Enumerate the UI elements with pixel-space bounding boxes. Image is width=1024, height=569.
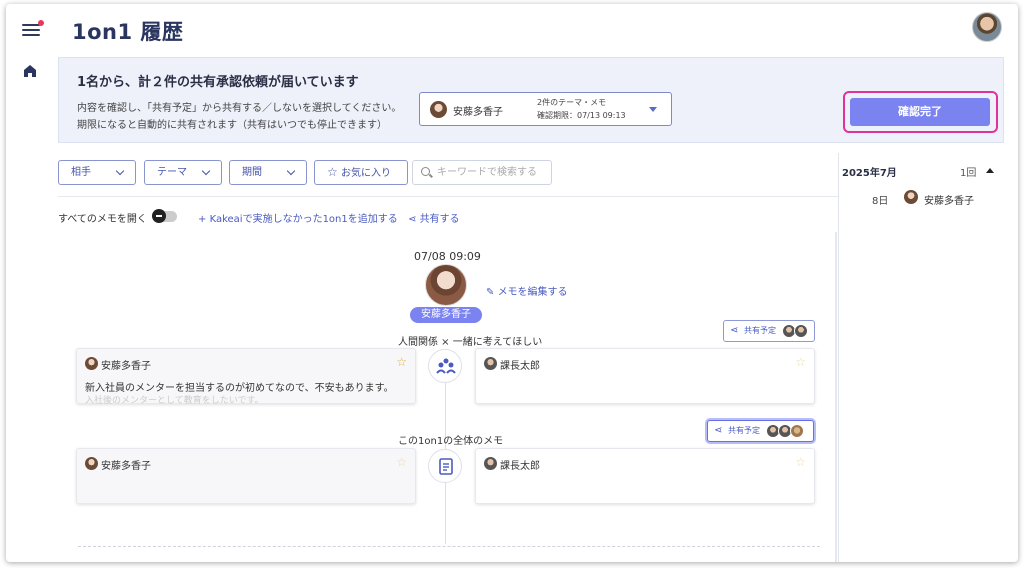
avatar [484, 457, 497, 470]
request-count: 2件のテーマ・メモ [537, 98, 607, 107]
share-link[interactable]: ⋖ 共有する [408, 210, 460, 225]
confirm-complete-button[interactable]: 確認完了 [850, 98, 990, 126]
memo-card-member[interactable]: 安藤多香子 ☆ 新入社員のメンターを担当するのが初めてなので、不安もあります。 … [76, 348, 416, 406]
search-placeholder: キーワードで検索する [437, 167, 537, 178]
caret-down-icon [649, 107, 657, 112]
avatar [85, 457, 98, 470]
share-planned-chip[interactable]: ⋖ 共有予定 [707, 420, 814, 442]
edit-memo-link[interactable]: ✎ メモを編集する [486, 283, 568, 298]
share-planned-label: 共有予定 [728, 426, 760, 435]
period-filter[interactable]: 期間 [229, 160, 307, 185]
share-request-select[interactable]: 安藤多香子 2件のテーマ・メモ 確認期限：07/13 09:13 [419, 92, 672, 126]
open-all-label: すべてのメモを開く [58, 214, 147, 225]
document-icon [428, 449, 462, 483]
card-author: 安藤多香子 [101, 361, 151, 372]
session-divider [78, 546, 820, 547]
card-author: 課長太郎 [500, 461, 540, 472]
avatar [794, 324, 808, 338]
theme-filter[interactable]: テーマ [144, 160, 222, 185]
avatar [790, 424, 804, 438]
star-icon[interactable]: ☆ [396, 355, 407, 369]
session-datetime: 07/08 09:09 [414, 250, 481, 263]
banner-title: 1名から、計２件の共有承認依頼が届いています [77, 75, 359, 90]
memo-card-manager[interactable]: 課長太郎 ☆ [475, 348, 815, 404]
card-author: 安藤多香子 [101, 461, 151, 472]
theme-filter-label: テーマ [157, 167, 187, 178]
divider [58, 196, 838, 197]
session-count: 1回 [960, 168, 977, 179]
avatar [85, 357, 98, 370]
member-avatar [425, 264, 467, 306]
star-icon[interactable]: ☆ [795, 455, 806, 469]
star-icon[interactable]: ☆ [795, 355, 806, 369]
collapse-icon[interactable] [986, 168, 994, 173]
memo-text-fade: 入社後のメンターとして教育をしたいです。 [85, 396, 264, 406]
share-request-banner: 1名から、計２件の共有承認依頼が届いています 内容を確認し、「共有予定」から共有… [58, 57, 1004, 143]
pencil-icon: ✎ [486, 287, 498, 298]
home-icon[interactable] [23, 64, 37, 78]
period-filter-label: 期間 [242, 167, 262, 178]
people-icon [428, 349, 462, 383]
topic-label: この1on1の全体のメモ [398, 436, 504, 447]
request-deadline: 確認期限：07/13 09:13 [537, 111, 626, 120]
page-title: 1on1 履歴 [72, 20, 184, 44]
member-name-pill: 安藤多香子 [410, 307, 482, 323]
favorites-filter[interactable]: ☆ お気に入り [314, 160, 408, 185]
favorites-filter-label: お気に入り [340, 168, 391, 179]
entry-avatar [904, 190, 918, 204]
requester-name: 安藤多香子 [453, 107, 503, 118]
left-rail [6, 4, 56, 562]
month-label: 2025年7月 [842, 168, 897, 179]
open-all-toggle[interactable] [152, 209, 177, 223]
side-divider [838, 153, 839, 562]
chevron-down-icon [201, 166, 211, 176]
share-icon: ⋖ [408, 214, 420, 225]
app-window: 1on1 履歴 1名から、計２件の共有承認依頼が届いています 内容を確認し、「共… [6, 4, 1018, 562]
partner-filter[interactable]: 相手 [58, 160, 136, 185]
share-icon: ⋖ [730, 325, 739, 336]
chevron-down-icon [115, 166, 125, 176]
edit-memo-label: メモを編集する [497, 287, 568, 298]
chevron-down-icon [286, 166, 296, 176]
share-planned-chip[interactable]: ⋖ 共有予定 [723, 320, 815, 342]
scrollbar-track[interactable] [835, 232, 837, 562]
share-planned-label: 共有予定 [744, 326, 776, 335]
banner-desc-line1: 内容を確認し、「共有予定」から共有する／しないを選択してください。 [77, 103, 402, 114]
menu-icon[interactable] [22, 20, 44, 38]
plus-icon: + [198, 214, 210, 225]
memo-text: 新入社員のメンターを担当するのが初めてなので、不安もあります。 [85, 383, 394, 394]
add-external-label: Kakeaiで実施しなかった1on1を追加する [209, 214, 398, 225]
toggle-knob [152, 209, 166, 223]
keyword-search[interactable]: キーワードで検索する [412, 160, 552, 185]
requester-avatar [430, 101, 447, 118]
share-icon: ⋖ [714, 425, 723, 436]
banner-desc-line2: 期限になると自動的に共有されます（共有はいつでも停止できます） [77, 120, 387, 131]
search-icon [421, 167, 430, 176]
memo-card-member[interactable]: 安藤多香子 ☆ [76, 448, 416, 504]
share-label: 共有する [419, 214, 460, 225]
star-icon[interactable]: ☆ [396, 455, 407, 469]
avatar [484, 357, 497, 370]
notification-dot [38, 20, 44, 26]
memo-card-manager[interactable]: 課長太郎 ☆ [475, 448, 815, 504]
banner-description: 内容を確認し、「共有予定」から共有する／しないを選択してください。 期限になると… [77, 100, 401, 134]
entry-name[interactable]: 安藤多香子 [924, 192, 974, 207]
entry-day: 8日 [872, 196, 889, 207]
user-avatar[interactable] [972, 12, 1002, 42]
card-author: 課長太郎 [500, 361, 540, 372]
add-external-1on1-link[interactable]: + Kakeaiで実施しなかった1on1を追加する [198, 210, 398, 225]
star-outline-icon: ☆ [327, 165, 338, 179]
topic-label: 人間関係 × 一緒に考えてほしい [398, 337, 543, 348]
partner-filter-label: 相手 [71, 167, 91, 178]
